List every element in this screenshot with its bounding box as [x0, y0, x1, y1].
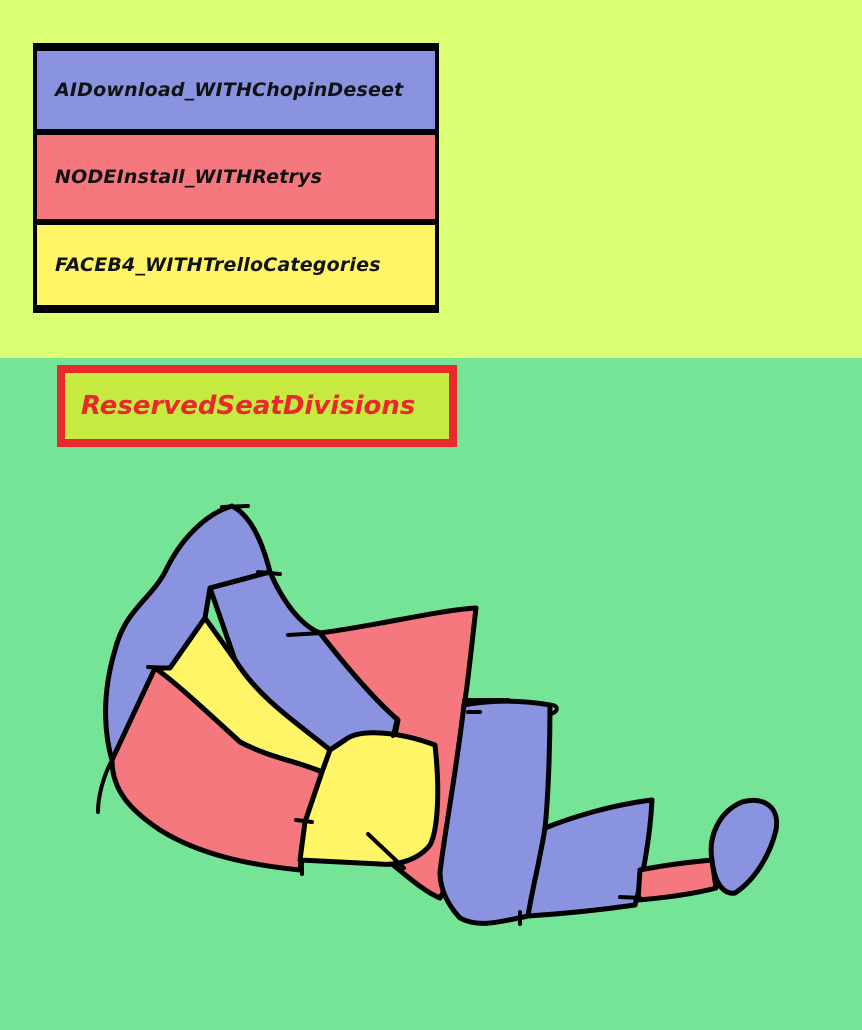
stroke-left-tail: [96, 758, 114, 814]
section-red-bar[interactable]: [635, 857, 719, 903]
stroke-top-cap: [220, 504, 250, 509]
stroke-tick-4: [294, 818, 314, 824]
seating-map: [96, 503, 780, 926]
stroke-tick-2: [286, 631, 324, 637]
stroke-tick-10: [618, 895, 642, 900]
section-blue-blob[interactable]: [708, 798, 780, 896]
stroke-tick-1: [256, 570, 282, 576]
stroke-tick-3: [146, 665, 172, 670]
